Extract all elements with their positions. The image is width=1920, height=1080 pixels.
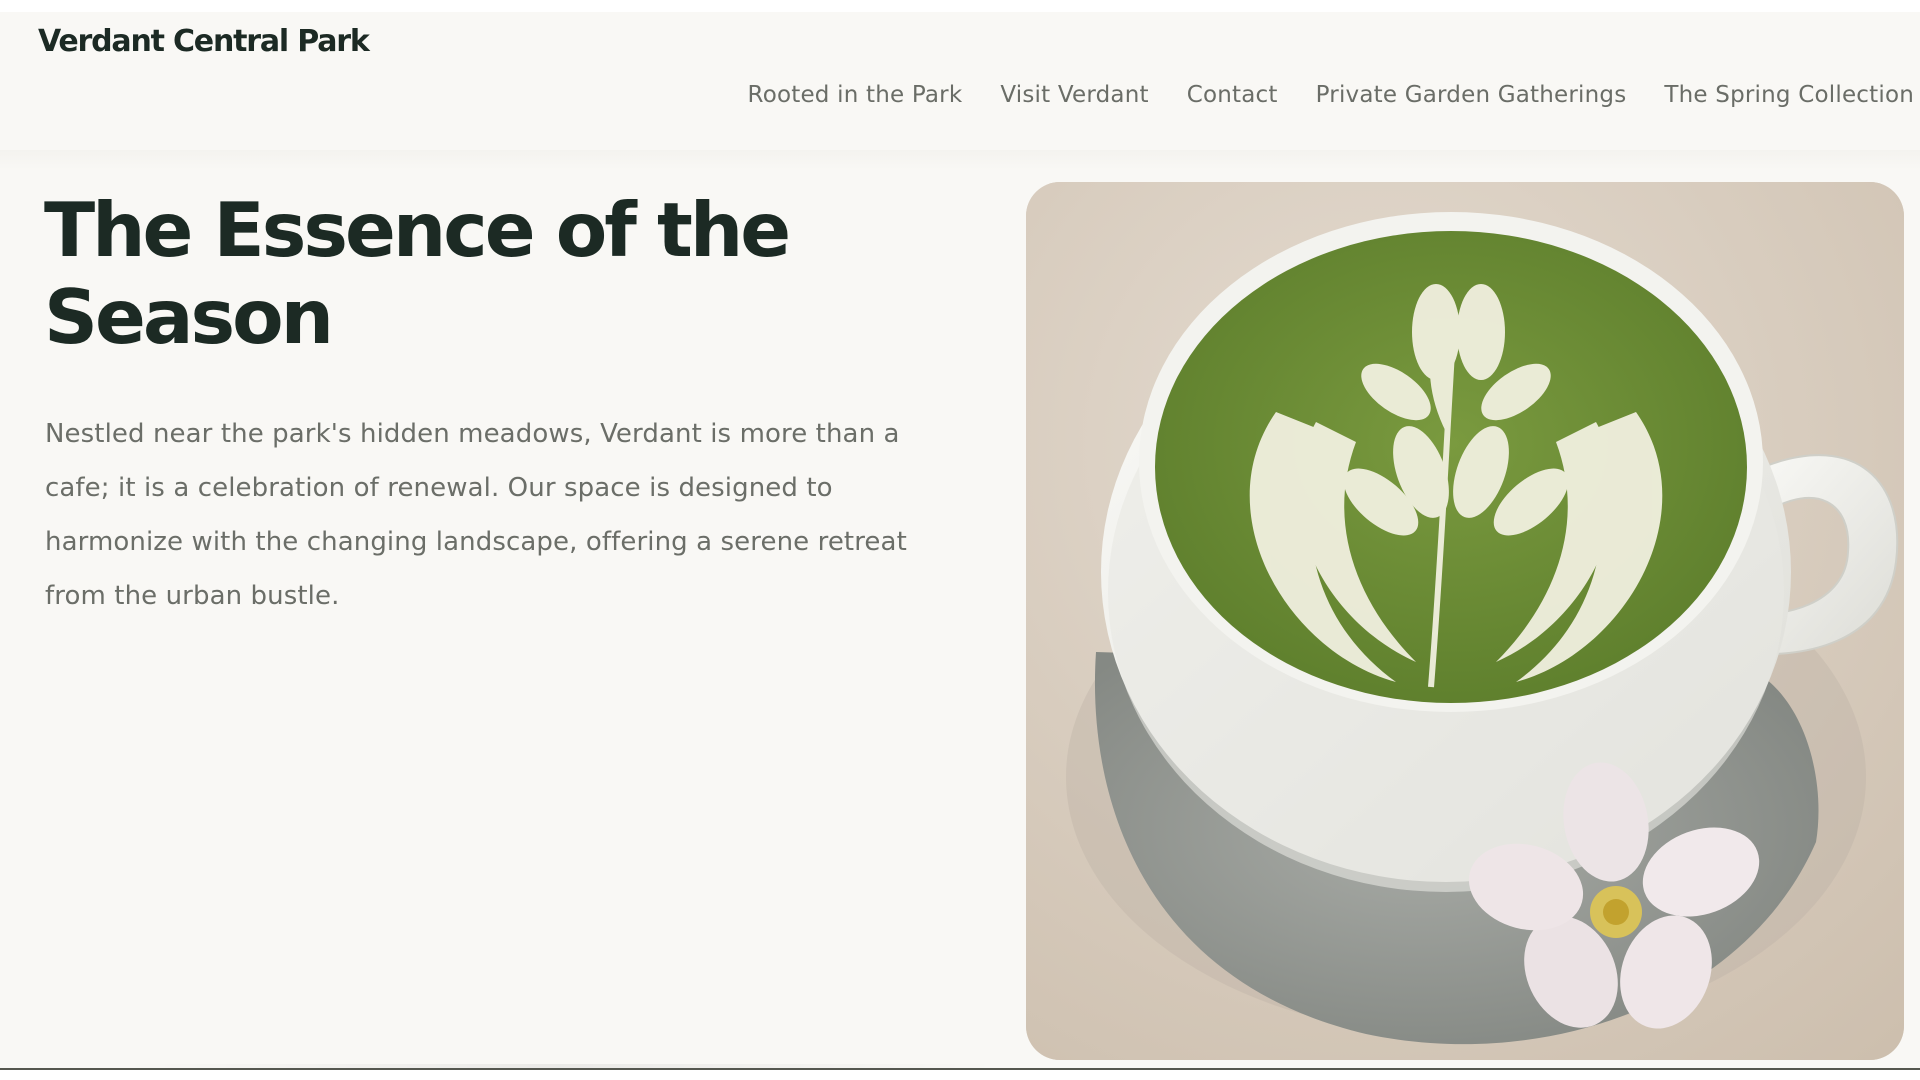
matcha-latte-image [1026,182,1904,1060]
hero-headline-line-1: The Essence of the [44,186,791,274]
nav-link-private-garden-gatherings[interactable]: Private Garden Gatherings [1316,82,1627,108]
page-bottom-border [0,1068,1920,1070]
page: Verdant Central Park Rooted in the Park … [0,12,1920,1068]
hero-intro-paragraph: Nestled near the park's hidden meadows, … [45,407,945,623]
nav-link-visit-verdant[interactable]: Visit Verdant [1000,82,1148,108]
brand-logo[interactable]: Verdant Central Park [38,24,370,59]
nav-link-rooted-in-the-park[interactable]: Rooted in the Park [748,82,963,108]
hero-headline-line-2: Season [44,273,334,361]
nav-link-contact[interactable]: Contact [1187,82,1278,108]
intro-line: cafe; it is a celebration of renewal. Ou… [45,473,833,503]
main-nav: Rooted in the Park Visit Verdant Contact… [748,82,1914,108]
nav-link-the-spring-collection[interactable]: The Spring Collection [1664,82,1914,108]
header-divider [0,150,1920,170]
intro-line: from the urban bustle. [45,581,340,611]
hero-headline: The Essence of the Season [44,187,944,361]
intro-line: harmonize with the changing landscape, o… [45,527,907,557]
intro-line: Nestled near the park's hidden meadows, … [45,419,900,449]
hero-image [1026,182,1904,1060]
